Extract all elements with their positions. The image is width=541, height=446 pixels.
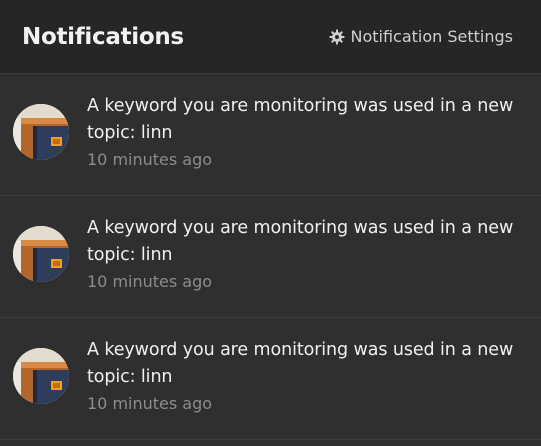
- notification-item[interactable]: A keyword you are monitoring was used in…: [0, 196, 541, 318]
- notification-message: A keyword you are monitoring was used in…: [87, 96, 514, 143]
- notification-settings-label: Notification Settings: [350, 27, 513, 46]
- notification-message: A keyword you are monitoring was used in…: [87, 218, 514, 265]
- notification-message: A keyword you are monitoring was used in…: [87, 340, 514, 387]
- notification-content: A keyword you are monitoring was used in…: [87, 93, 523, 172]
- gear-icon: [329, 29, 345, 45]
- avatar: [13, 104, 69, 160]
- notification-timestamp: 10 minutes ago: [87, 272, 213, 291]
- notification-item[interactable]: A keyword you are monitoring was used in…: [0, 318, 541, 440]
- avatar: [13, 348, 69, 404]
- notification-settings-link[interactable]: Notification Settings: [329, 27, 513, 46]
- notifications-header: Notifications Notification Settings: [0, 0, 541, 74]
- notifications-panel: Notifications Notification Settings A ke…: [0, 0, 541, 446]
- notification-item[interactable]: A keyword you are monitoring was used in…: [0, 74, 541, 196]
- notification-timestamp: 10 minutes ago: [87, 394, 213, 413]
- notification-timestamp: 10 minutes ago: [87, 150, 213, 169]
- notification-list: A keyword you are monitoring was used in…: [0, 74, 541, 440]
- avatar: [13, 226, 69, 282]
- page-title: Notifications: [22, 23, 184, 50]
- notification-content: A keyword you are monitoring was used in…: [87, 215, 523, 294]
- notification-content: A keyword you are monitoring was used in…: [87, 337, 523, 416]
